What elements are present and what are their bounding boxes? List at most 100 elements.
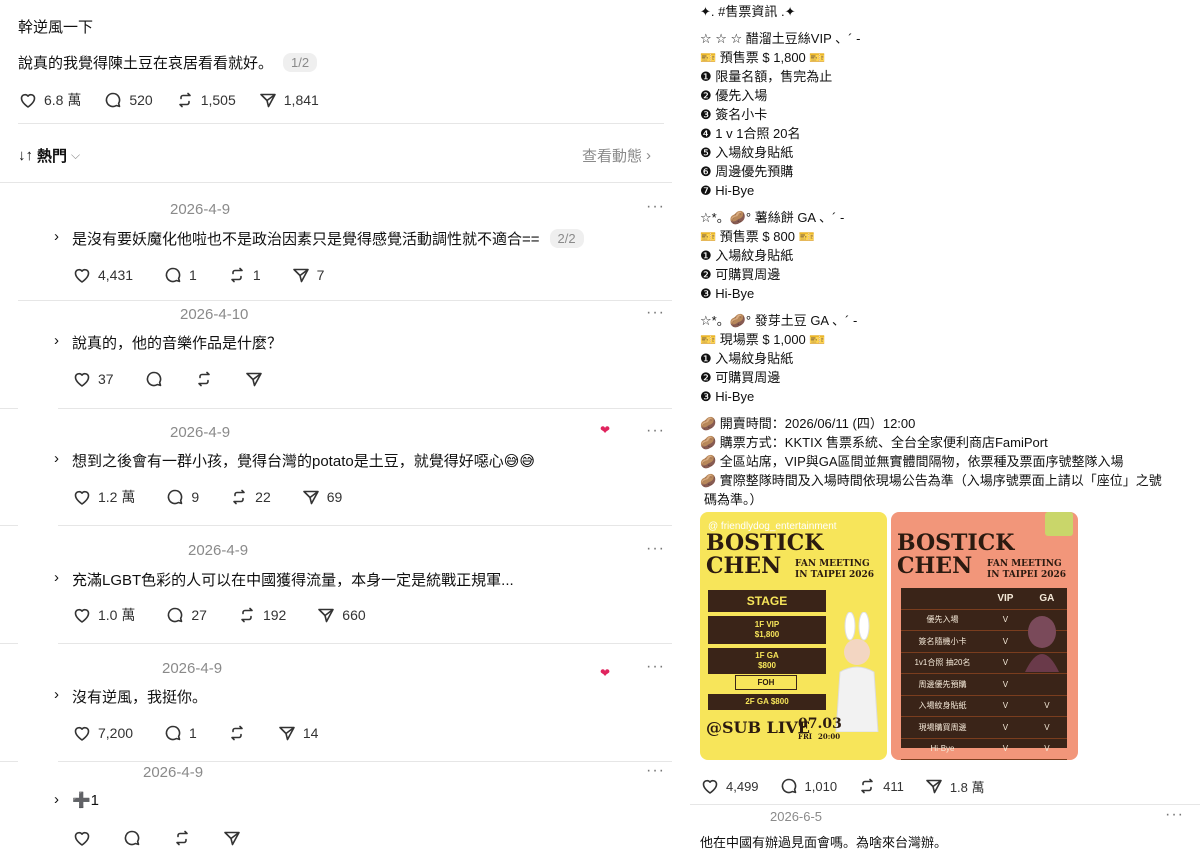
repost-button[interactable]: 1,505 xyxy=(175,90,236,110)
poster-name-line2: CHEN xyxy=(897,553,973,579)
repost-button[interactable] xyxy=(194,369,214,389)
like-count: 1.2 萬 xyxy=(98,489,136,505)
poster-day: FRI xyxy=(798,732,813,741)
like-button[interactable]: 7,200 xyxy=(72,723,133,743)
comment-icon xyxy=(167,489,183,505)
reply-date: 2026-6-5 xyxy=(770,809,823,824)
reply-text: 他在中國有辦過見面會嗎。為啥來台灣辦。 xyxy=(700,835,948,850)
comment-icon xyxy=(146,371,161,387)
ticket-info: ✦. #售票資訊 .✦ ☆ ☆ ☆ 醋溜土豆絲VIP 、´ - 🎫 預售票 $ … xyxy=(700,2,1190,509)
vip-zone-price: $1,800 xyxy=(754,630,780,639)
share-button[interactable]: 69 xyxy=(301,487,342,507)
ga1-price: 🎫 預售票 $ 800 🎫 xyxy=(700,229,815,244)
more-options-icon[interactable]: ··· xyxy=(1165,806,1184,824)
table-row: 入場紋身貼紙 V V xyxy=(901,695,1067,717)
repost-icon xyxy=(861,778,873,794)
vip-title: ☆ ☆ ☆ 醋溜土豆絲VIP 、´ - xyxy=(700,31,861,46)
sale-info: 🥔 開賣時間：2026/06/11 (四）12:00 xyxy=(700,416,916,431)
share-button[interactable]: 1,841 xyxy=(258,90,319,110)
comment-button[interactable]: 1 xyxy=(163,265,197,285)
post-action-bar: 6.8 萬 520 1,505 1,841 xyxy=(18,90,319,110)
comment-button[interactable]: 1,010 xyxy=(779,776,837,796)
right-post-action-bar: 4,499 1,010 411 1.8 萬 xyxy=(700,776,985,796)
vip-item: ❸ 簽名小卡 xyxy=(700,107,768,122)
heart-icon xyxy=(74,268,90,283)
share-icon xyxy=(926,779,942,794)
poster-date: 07.03 xyxy=(798,716,842,732)
comment-button[interactable] xyxy=(144,369,164,389)
share-icon xyxy=(318,608,335,623)
share-button[interactable] xyxy=(244,369,264,389)
share-icon xyxy=(259,93,276,108)
poster-benefits-table[interactable]: BOSTICK CHEN FAN MEETING IN TAIPEI 2026 … xyxy=(891,512,1078,760)
row-vip: V xyxy=(984,738,1027,760)
like-button[interactable]: 4,431 xyxy=(72,265,133,285)
more-options-icon[interactable]: ··· xyxy=(646,658,665,676)
heart-icon xyxy=(74,372,90,387)
post-page-badge[interactable]: 1/2 xyxy=(283,53,318,72)
row-label: 簽名隨機小卡 xyxy=(901,630,984,653)
vip-item: ❻ 周邊優先預購 xyxy=(700,164,794,179)
share-button[interactable]: 14 xyxy=(277,723,318,743)
column-vip: VIP xyxy=(984,588,1027,610)
poster-name-line2: CHEN xyxy=(706,553,782,579)
reply-date: 2026-4-9 xyxy=(188,542,249,559)
comment-button[interactable] xyxy=(122,828,142,848)
like-button[interactable] xyxy=(72,828,92,848)
comment-button[interactable]: 27 xyxy=(165,605,207,625)
divider xyxy=(58,643,672,644)
reply-date: 2026-4-9 xyxy=(143,764,204,781)
comment-button[interactable]: 520 xyxy=(103,90,153,110)
heart-icon xyxy=(74,831,90,846)
like-button[interactable]: 4,499 xyxy=(700,776,759,796)
more-options-icon[interactable]: ··· xyxy=(646,422,665,440)
share-button[interactable]: 660 xyxy=(316,605,366,625)
more-options-icon[interactable]: ··· xyxy=(646,198,665,216)
reply-action-bar: 1.0 萬 27 192 660 xyxy=(72,605,366,625)
reply-page-badge[interactable]: 2/2 xyxy=(549,229,584,248)
like-button[interactable]: 37 xyxy=(72,369,114,389)
repost-button[interactable] xyxy=(227,723,247,743)
sale-info: 🥔 購票方式：KKTIX 售票系統、全台全家便利商店FamiPort xyxy=(700,435,1048,450)
divider xyxy=(690,804,1200,805)
view-activity-link[interactable]: 查看動態 › xyxy=(582,145,651,166)
more-options-icon[interactable]: ··· xyxy=(646,304,665,322)
repost-count: 1 xyxy=(252,267,261,283)
comment-icon xyxy=(167,607,183,623)
like-button[interactable]: 1.2 萬 xyxy=(72,487,135,507)
share-icon xyxy=(279,726,295,741)
divider xyxy=(0,761,18,762)
like-button[interactable]: 6.8 萬 xyxy=(18,90,81,110)
poster-stage-map[interactable]: @ friendlydog_entertainment BOSTICK CHEN… xyxy=(700,512,887,760)
row-label: 入場紋身貼紙 xyxy=(901,695,984,717)
repost-icon xyxy=(231,267,243,283)
vip-item: ❹ 1 v 1合照 20名 xyxy=(700,126,801,141)
repost-button[interactable]: 22 xyxy=(229,487,271,507)
like-button[interactable]: 1.0 萬 xyxy=(72,605,135,625)
like-count: 4,431 xyxy=(98,267,134,283)
more-options-icon[interactable]: ··· xyxy=(646,762,665,780)
sort-dropdown[interactable]: ↓↑ 熱門 ⌵ xyxy=(18,145,80,166)
repost-button[interactable] xyxy=(172,828,192,848)
more-options-icon[interactable]: ··· xyxy=(646,540,665,558)
share-button[interactable]: 1.8 萬 xyxy=(924,776,985,796)
ga1-item: ❸ Hi-Bye xyxy=(700,286,755,301)
reply-date: 2026-4-9 xyxy=(170,201,231,218)
comment-button[interactable]: 1 xyxy=(163,723,197,743)
repost-icon xyxy=(197,371,210,387)
share-button[interactable] xyxy=(222,828,242,848)
comment-button[interactable]: 9 xyxy=(165,487,199,507)
ga2-zone: 2F GA $800 xyxy=(708,694,826,710)
reply-action-bar: 7,200 1 14 xyxy=(72,723,318,743)
poster-name-line1: BOSTICK xyxy=(897,530,1015,556)
repost-button[interactable]: 192 xyxy=(237,605,286,625)
repost-button[interactable]: 1 xyxy=(227,265,261,285)
ga2-item: ❷ 可購買周邊 xyxy=(700,370,781,385)
share-button[interactable]: 7 xyxy=(291,265,324,285)
row-vip: V xyxy=(984,695,1027,717)
reply-date: 2026-4-9 xyxy=(162,660,223,677)
repost-button[interactable]: 411 xyxy=(857,776,904,796)
reply-date: 2026-4-10 xyxy=(180,306,249,323)
row-ga: V xyxy=(1026,716,1067,739)
ga2-item: ❸ Hi-Bye xyxy=(700,389,755,404)
